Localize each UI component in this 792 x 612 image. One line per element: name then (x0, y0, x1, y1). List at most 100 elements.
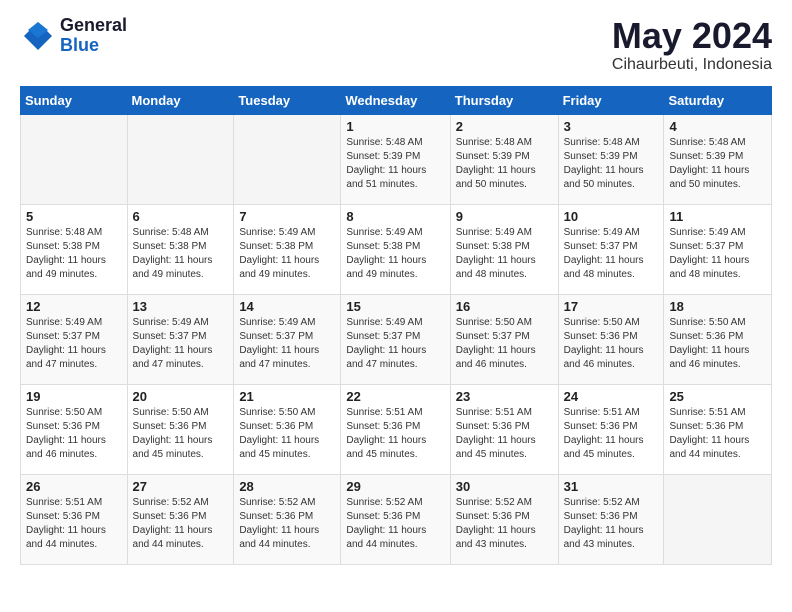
day-number: 23 (456, 389, 553, 404)
calendar-week-4: 26 Sunrise: 5:51 AM Sunset: 5:36 PM Dayli… (21, 474, 772, 564)
day-info: Sunrise: 5:52 AM Sunset: 5:36 PM Dayligh… (564, 496, 659, 552)
calendar-cell: 31 Sunrise: 5:52 AM Sunset: 5:36 PM Dayli… (558, 474, 664, 564)
calendar-cell: 12Sunrise: 5:49 AM Sunset: 5:37 PM Dayli… (21, 294, 128, 384)
day-number: 6 (133, 209, 229, 224)
day-info: Sunrise: 5:49 AM Sunset: 5:37 PM Dayligh… (669, 226, 766, 282)
header: General Blue May 2024 Cihaurbeuti, Indon… (20, 16, 772, 74)
calendar-cell: 8 Sunrise: 5:49 AM Sunset: 5:38 PM Daylig… (341, 204, 450, 294)
day-info: Sunrise: 5:49 AM Sunset: 5:37 PM Dayligh… (26, 316, 122, 372)
day-number: 16 (456, 299, 553, 314)
calendar-week-3: 19 Sunrise: 5:50 AM Sunset: 5:36 PM Dayli… (21, 384, 772, 474)
col-sunday: Sunday (21, 86, 128, 114)
day-number: 25 (669, 389, 766, 404)
day-info: Sunrise: 5:51 AM Sunset: 5:36 PM Dayligh… (26, 496, 122, 552)
month-year: May 2024 (612, 16, 772, 56)
day-number: 18 (669, 299, 766, 314)
day-number: 2 (456, 119, 553, 134)
day-number: 27 (133, 479, 229, 494)
day-number: 19 (26, 389, 122, 404)
location: Cihaurbeuti, Indonesia (612, 56, 772, 74)
day-info: Sunrise: 5:51 AM Sunset: 5:36 PM Dayligh… (456, 406, 553, 462)
day-number: 28 (239, 479, 335, 494)
day-info: Sunrise: 5:48 AM Sunset: 5:38 PM Dayligh… (26, 226, 122, 282)
day-number: 14 (239, 299, 335, 314)
col-monday: Monday (127, 86, 234, 114)
day-number: 8 (346, 209, 444, 224)
day-number: 20 (133, 389, 229, 404)
calendar-cell: 29 Sunrise: 5:52 AM Sunset: 5:36 PM Dayli… (341, 474, 450, 564)
day-info: Sunrise: 5:49 AM Sunset: 5:37 PM Dayligh… (133, 316, 229, 372)
day-number: 7 (239, 209, 335, 224)
day-number: 26 (26, 479, 122, 494)
col-tuesday: Tuesday (234, 86, 341, 114)
day-number: 30 (456, 479, 553, 494)
day-info: Sunrise: 5:48 AM Sunset: 5:39 PM Dayligh… (456, 136, 553, 192)
day-info: Sunrise: 5:48 AM Sunset: 5:38 PM Dayligh… (133, 226, 229, 282)
calendar-cell: 16 Sunrise: 5:50 AM Sunset: 5:37 PM Dayli… (450, 294, 558, 384)
day-number: 21 (239, 389, 335, 404)
day-info: Sunrise: 5:51 AM Sunset: 5:36 PM Dayligh… (346, 406, 444, 462)
col-thursday: Thursday (450, 86, 558, 114)
logo-blue-text: Blue (60, 36, 127, 56)
day-info: Sunrise: 5:48 AM Sunset: 5:39 PM Dayligh… (564, 136, 659, 192)
calendar-cell: 20 Sunrise: 5:50 AM Sunset: 5:36 PM Dayli… (127, 384, 234, 474)
day-info: Sunrise: 5:50 AM Sunset: 5:36 PM Dayligh… (26, 406, 122, 462)
calendar-cell: 30Sunrise: 5:52 AM Sunset: 5:36 PM Dayli… (450, 474, 558, 564)
calendar-cell: 2 Sunrise: 5:48 AM Sunset: 5:39 PM Daylig… (450, 114, 558, 204)
day-info: Sunrise: 5:49 AM Sunset: 5:38 PM Dayligh… (346, 226, 444, 282)
day-info: Sunrise: 5:50 AM Sunset: 5:37 PM Dayligh… (456, 316, 553, 372)
day-info: Sunrise: 5:49 AM Sunset: 5:37 PM Dayligh… (239, 316, 335, 372)
day-info: Sunrise: 5:51 AM Sunset: 5:36 PM Dayligh… (669, 406, 766, 462)
day-info: Sunrise: 5:50 AM Sunset: 5:36 PM Dayligh… (239, 406, 335, 462)
calendar-cell (234, 114, 341, 204)
col-saturday: Saturday (664, 86, 772, 114)
calendar-cell: 28Sunrise: 5:52 AM Sunset: 5:36 PM Dayli… (234, 474, 341, 564)
calendar-cell: 6 Sunrise: 5:48 AM Sunset: 5:38 PM Daylig… (127, 204, 234, 294)
day-number: 10 (564, 209, 659, 224)
calendar-cell: 23 Sunrise: 5:51 AM Sunset: 5:36 PM Dayli… (450, 384, 558, 474)
calendar-cell: 17Sunrise: 5:50 AM Sunset: 5:36 PM Dayli… (558, 294, 664, 384)
page: General Blue May 2024 Cihaurbeuti, Indon… (0, 0, 792, 581)
col-wednesday: Wednesday (341, 86, 450, 114)
day-info: Sunrise: 5:51 AM Sunset: 5:36 PM Dayligh… (564, 406, 659, 462)
calendar-cell: 3 Sunrise: 5:48 AM Sunset: 5:39 PM Daylig… (558, 114, 664, 204)
day-number: 5 (26, 209, 122, 224)
day-info: Sunrise: 5:49 AM Sunset: 5:38 PM Dayligh… (239, 226, 335, 282)
day-number: 31 (564, 479, 659, 494)
logo-icon (20, 18, 56, 54)
calendar-cell: 11Sunrise: 5:49 AM Sunset: 5:37 PM Dayli… (664, 204, 772, 294)
day-number: 29 (346, 479, 444, 494)
logo: General Blue (20, 16, 127, 56)
day-number: 1 (346, 119, 444, 134)
calendar-cell: 24Sunrise: 5:51 AM Sunset: 5:36 PM Dayli… (558, 384, 664, 474)
calendar-cell (21, 114, 128, 204)
day-number: 3 (564, 119, 659, 134)
calendar-cell: 13 Sunrise: 5:49 AM Sunset: 5:37 PM Dayli… (127, 294, 234, 384)
day-info: Sunrise: 5:50 AM Sunset: 5:36 PM Dayligh… (564, 316, 659, 372)
col-friday: Friday (558, 86, 664, 114)
calendar-cell: 18 Sunrise: 5:50 AM Sunset: 5:36 PM Dayli… (664, 294, 772, 384)
calendar-cell: 5 Sunrise: 5:48 AM Sunset: 5:38 PM Daylig… (21, 204, 128, 294)
calendar-week-0: 1 Sunrise: 5:48 AM Sunset: 5:39 PM Daylig… (21, 114, 772, 204)
calendar-cell: 26 Sunrise: 5:51 AM Sunset: 5:36 PM Dayli… (21, 474, 128, 564)
day-info: Sunrise: 5:50 AM Sunset: 5:36 PM Dayligh… (669, 316, 766, 372)
calendar-cell: 25 Sunrise: 5:51 AM Sunset: 5:36 PM Dayli… (664, 384, 772, 474)
day-number: 15 (346, 299, 444, 314)
calendar-cell: 15 Sunrise: 5:49 AM Sunset: 5:37 PM Dayli… (341, 294, 450, 384)
calendar-cell: 21 Sunrise: 5:50 AM Sunset: 5:36 PM Dayli… (234, 384, 341, 474)
calendar-week-2: 12Sunrise: 5:49 AM Sunset: 5:37 PM Dayli… (21, 294, 772, 384)
calendar-cell (664, 474, 772, 564)
day-number: 13 (133, 299, 229, 314)
logo-general-text: General (60, 16, 127, 36)
title-block: May 2024 Cihaurbeuti, Indonesia (612, 16, 772, 74)
calendar-cell: 22 Sunrise: 5:51 AM Sunset: 5:36 PM Dayli… (341, 384, 450, 474)
calendar-cell (127, 114, 234, 204)
day-info: Sunrise: 5:50 AM Sunset: 5:36 PM Dayligh… (133, 406, 229, 462)
calendar-table: Sunday Monday Tuesday Wednesday Thursday… (20, 86, 772, 565)
day-info: Sunrise: 5:48 AM Sunset: 5:39 PM Dayligh… (669, 136, 766, 192)
day-number: 22 (346, 389, 444, 404)
calendar-cell: 19 Sunrise: 5:50 AM Sunset: 5:36 PM Dayli… (21, 384, 128, 474)
day-info: Sunrise: 5:52 AM Sunset: 5:36 PM Dayligh… (346, 496, 444, 552)
day-info: Sunrise: 5:49 AM Sunset: 5:37 PM Dayligh… (346, 316, 444, 372)
day-info: Sunrise: 5:49 AM Sunset: 5:38 PM Dayligh… (456, 226, 553, 282)
